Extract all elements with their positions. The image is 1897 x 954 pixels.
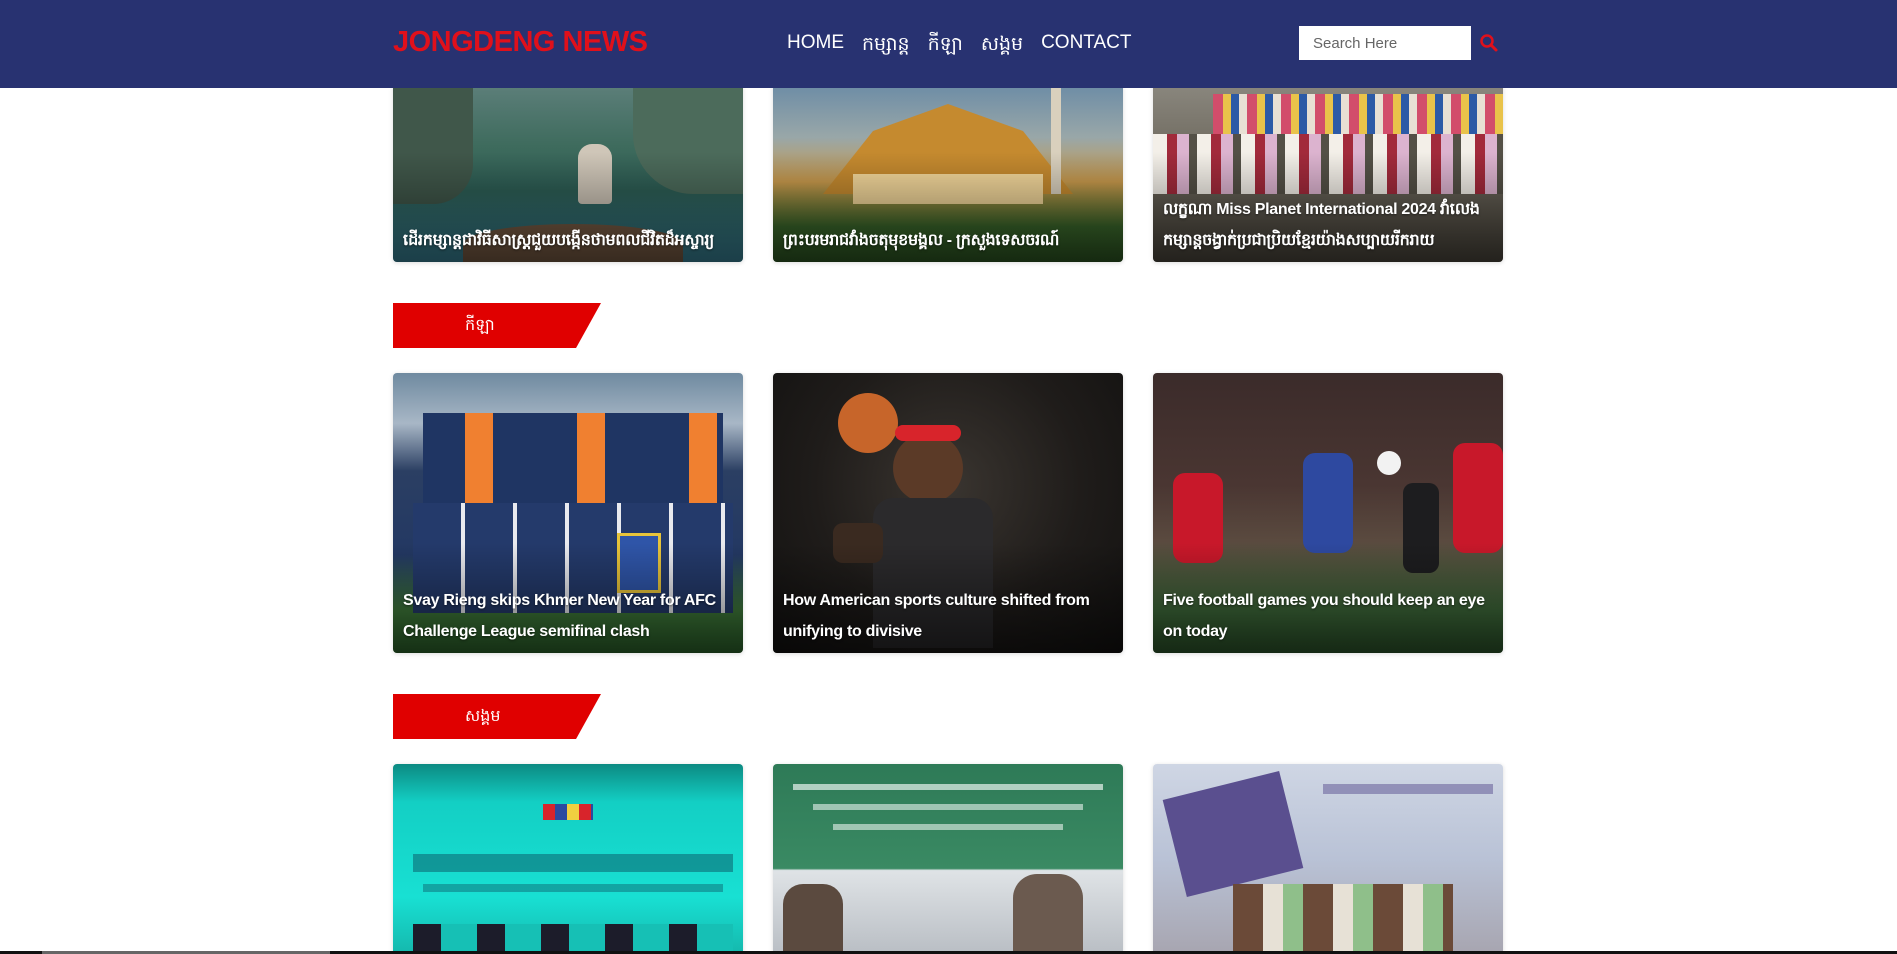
card-title: ព្រះបរមរាជវាំងចតុមុខមង្គល - ក្រសួងទេសចរណ… (783, 232, 1060, 249)
card-title: How American sports culture shifted from… (783, 592, 1090, 640)
news-card[interactable]: How American sports culture shifted from… (773, 373, 1123, 653)
news-card[interactable]: ដើរកម្សាន្តជាវិធីសាស្រ្តជួយបង្កើនថាមពលជី… (393, 84, 743, 262)
card-title: លក្ខណា Miss Planet International 2024 វា… (1163, 201, 1480, 249)
search-icon[interactable] (1478, 32, 1500, 54)
news-card[interactable] (393, 764, 743, 954)
news-card[interactable]: លក្ខណា Miss Planet International 2024 វា… (1153, 84, 1503, 262)
section-label-society: សង្គម (393, 694, 601, 739)
search-input[interactable] (1299, 26, 1471, 60)
main-nav: HOME កម្សាន្ត កីឡា សង្គម CONTACT (787, 32, 1132, 60)
top-navbar: JONGDENG NEWS HOME កម្សាន្ត កីឡា សង្គម C… (0, 0, 1897, 88)
main-content: ដើរកម្សាន្តជាវិធីសាស្រ្តជួយបង្កើនថាមពលជី… (0, 0, 1897, 954)
news-card[interactable]: Svay Rieng skips Khmer New Year for AFC … (393, 373, 743, 653)
card-image (773, 764, 1123, 954)
card-image (1153, 764, 1503, 954)
nav-entertainment[interactable]: កម្សាន្ត (862, 32, 910, 60)
nav-home[interactable]: HOME (787, 32, 844, 60)
section-label-sports: កីឡា (393, 303, 601, 348)
nav-sports[interactable]: កីឡា (928, 32, 963, 60)
news-card[interactable]: ព្រះបរមរាជវាំងចតុមុខមង្គល - ក្រសួងទេសចរណ… (773, 84, 1123, 262)
news-card[interactable]: Five football games you should keep an e… (1153, 373, 1503, 653)
site-logo[interactable]: JONGDENG NEWS (393, 26, 648, 59)
card-image (393, 764, 743, 954)
card-title: ដើរកម្សាន្តជាវិធីសាស្រ្តជួយបង្កើនថាមពលជី… (403, 232, 714, 249)
nav-contact[interactable]: CONTACT (1041, 32, 1131, 60)
nav-society[interactable]: សង្គម (981, 32, 1023, 60)
news-card[interactable] (773, 764, 1123, 954)
card-title: Svay Rieng skips Khmer New Year for AFC … (403, 592, 716, 640)
card-title: Five football games you should keep an e… (1163, 592, 1485, 640)
news-card[interactable] (1153, 764, 1503, 954)
